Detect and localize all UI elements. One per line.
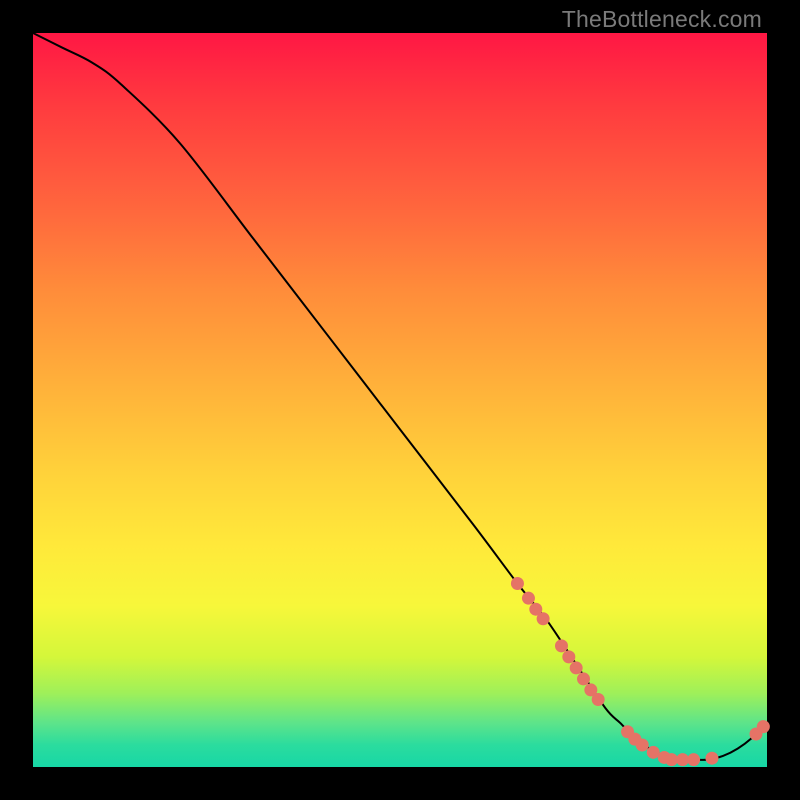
data-marker (555, 639, 568, 652)
plot-area (33, 33, 767, 767)
data-marker (562, 650, 575, 663)
data-marker (522, 592, 535, 605)
data-marker (636, 738, 649, 751)
data-marker (705, 752, 718, 765)
watermark-text: TheBottleneck.com (562, 6, 762, 33)
bottleneck-curve (33, 33, 767, 760)
data-marker (757, 720, 770, 733)
chart-svg (33, 33, 767, 767)
data-marker (687, 753, 700, 766)
data-marker (592, 693, 605, 706)
data-marker (570, 661, 583, 674)
data-marker (577, 672, 590, 685)
marker-group (511, 577, 770, 766)
chart-stage: TheBottleneck.com (0, 0, 800, 800)
data-marker (511, 577, 524, 590)
data-marker (537, 612, 550, 625)
